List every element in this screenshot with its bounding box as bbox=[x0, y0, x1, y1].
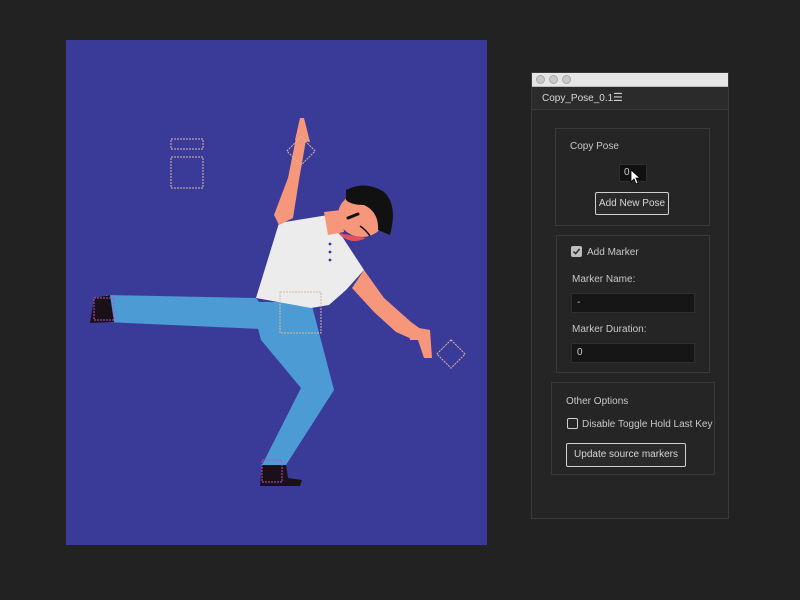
marker-duration-input[interactable]: 0 bbox=[571, 343, 695, 363]
character-raised-arm bbox=[274, 138, 306, 225]
control-handle[interactable] bbox=[170, 156, 204, 189]
control-handle[interactable] bbox=[170, 138, 204, 150]
add-marker-label: Add Marker bbox=[587, 247, 639, 258]
minimize-window-button[interactable] bbox=[549, 75, 558, 84]
panel-tab-title[interactable]: Copy_Pose_0.1 bbox=[542, 93, 613, 104]
panel-tab-bar: Copy_Pose_0.1 ☰ bbox=[532, 87, 728, 110]
character-right-shoe bbox=[260, 465, 302, 486]
zoom-window-button[interactable] bbox=[562, 75, 571, 84]
copy-pose-panel: Copy_Pose_0.1 ☰ Copy Pose 0 Add New Pose… bbox=[531, 72, 729, 519]
control-handle[interactable] bbox=[436, 339, 466, 369]
marker-name-label: Marker Name: bbox=[572, 274, 636, 285]
panel-titlebar bbox=[532, 73, 728, 87]
marker-name-input[interactable]: - bbox=[571, 293, 695, 313]
disable-toggle-hold-label: Disable Toggle Hold Last Key bbox=[582, 419, 713, 430]
add-new-pose-button[interactable]: Add New Pose bbox=[595, 192, 669, 215]
mouse-cursor-icon bbox=[630, 169, 641, 185]
disable-toggle-hold-checkbox[interactable] bbox=[567, 418, 578, 429]
other-options-label: Other Options bbox=[566, 396, 629, 407]
update-source-markers-button[interactable]: Update source markers bbox=[566, 443, 686, 467]
composition-canvas[interactable] bbox=[66, 40, 487, 545]
close-window-button[interactable] bbox=[536, 75, 545, 84]
checkmark-icon bbox=[572, 248, 581, 255]
character-right-leg bbox=[251, 302, 334, 465]
character-illustration bbox=[90, 118, 466, 486]
marker-group: Add Marker Marker Name: - Marker Duratio… bbox=[556, 235, 710, 373]
other-options-group: Other Options Disable Toggle Hold Last K… bbox=[551, 382, 715, 475]
marker-duration-label: Marker Duration: bbox=[572, 324, 647, 335]
hamburger-menu-icon[interactable]: ☰ bbox=[613, 91, 623, 104]
copy-pose-group: Copy Pose 0 Add New Pose bbox=[555, 128, 710, 226]
copy-pose-label: Copy Pose bbox=[570, 141, 619, 152]
